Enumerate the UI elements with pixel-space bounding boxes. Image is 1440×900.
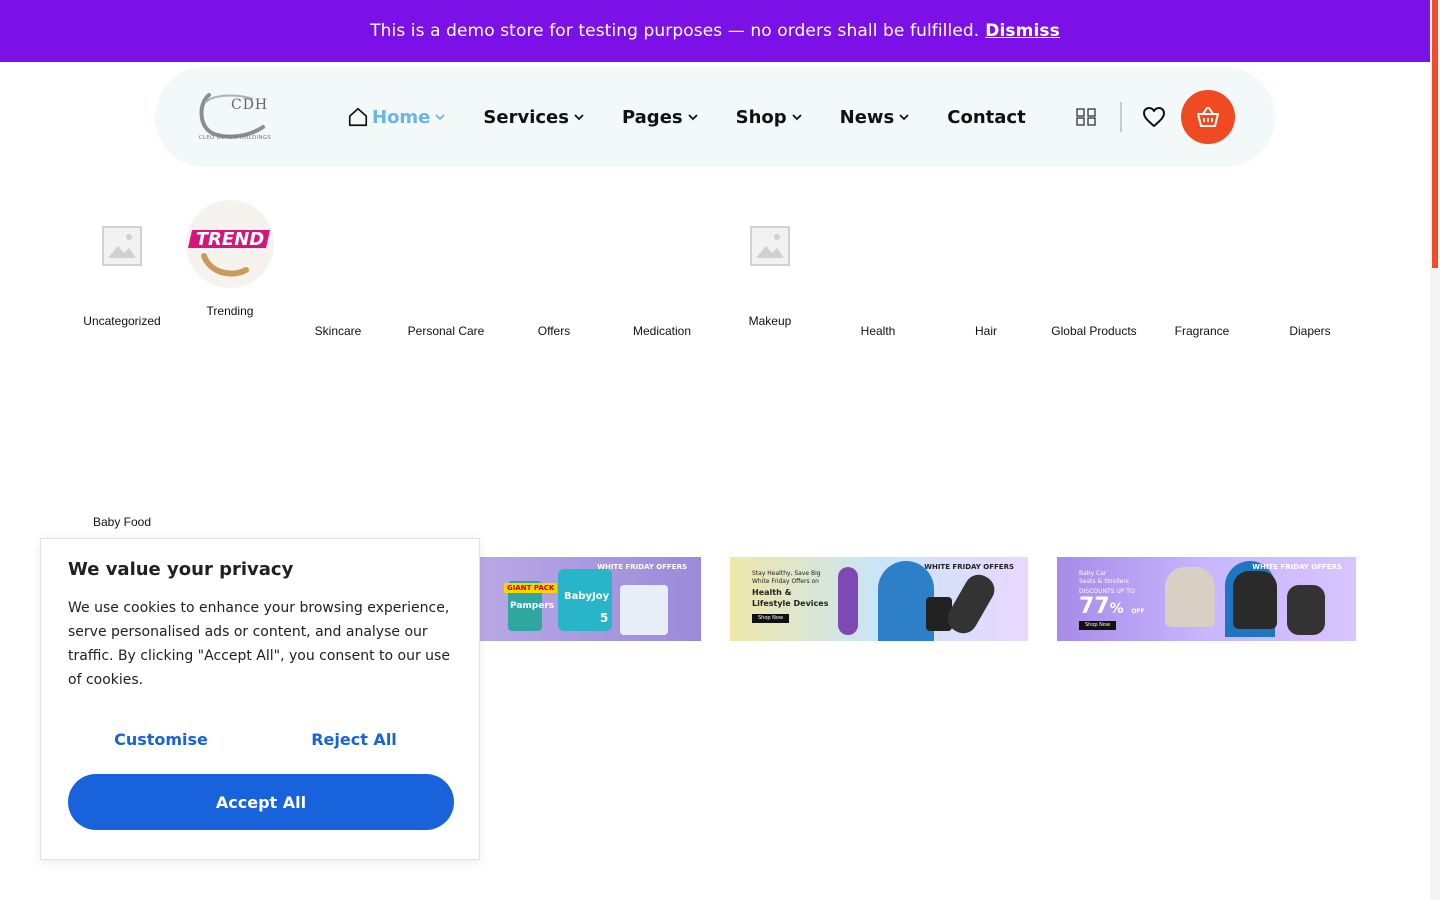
category-trending[interactable]: TREND Trending	[176, 200, 284, 318]
category-label: Fragrance	[1174, 324, 1230, 338]
category-global-products[interactable]: Global Products	[1040, 324, 1148, 338]
nav-shop[interactable]: Shop	[736, 107, 802, 128]
nav-services[interactable]: Services	[483, 107, 584, 128]
cart-button[interactable]	[1181, 90, 1235, 144]
demo-notice-text: This is a demo store for testing purpose…	[370, 21, 980, 41]
category-personal-care[interactable]: Personal Care	[392, 324, 500, 338]
dismiss-link[interactable]: Dismiss	[985, 21, 1060, 41]
banner-line: White Friday Offers on	[752, 578, 819, 586]
nav-services-label: Services	[483, 106, 569, 128]
trend-arc-icon: TREND	[188, 229, 270, 277]
nav-home-label: Home	[372, 106, 431, 128]
category-hair[interactable]: Hair	[932, 324, 1040, 338]
category-medication[interactable]: Medication	[608, 324, 716, 338]
promo-banner-health-devices[interactable]: Stay Healthy, Save Big White Friday Offe…	[730, 557, 1028, 641]
accept-all-button[interactable]: Accept All	[68, 774, 454, 830]
size-label: 5	[600, 611, 609, 625]
basket-icon	[1197, 107, 1219, 127]
car-seat-shape	[1287, 585, 1325, 635]
trend-logo-text: TREND	[196, 229, 264, 250]
demo-store-notice: This is a demo store for testing purpose…	[0, 0, 1430, 62]
stroller-shape	[1233, 571, 1277, 629]
category-fragrance[interactable]: Fragrance	[1148, 324, 1256, 338]
image-placeholder-icon	[750, 226, 790, 266]
chevron-down-icon	[792, 114, 802, 121]
banner-line: Seats & Strollers	[1079, 578, 1129, 586]
discount-value: 77% OFF	[1079, 596, 1145, 618]
white-friday-badge: WHITE FRIDAY OFFERS	[924, 563, 1014, 571]
nav-contact-label: Contact	[947, 106, 1026, 128]
category-label: Uncategorized	[83, 314, 161, 328]
page-scrollbar[interactable]	[1430, 0, 1440, 900]
nav-pages[interactable]: Pages	[622, 107, 698, 128]
category-label: Diapers	[1289, 324, 1331, 338]
product-pack-shape	[620, 585, 668, 635]
grid-icon[interactable]	[1076, 108, 1096, 126]
nav-news[interactable]: News	[840, 107, 910, 128]
category-label: Trending	[206, 304, 254, 318]
trend-logo: TREND	[186, 200, 274, 288]
nav-shop-label: Shop	[735, 106, 787, 128]
category-skincare[interactable]: Skincare	[284, 324, 392, 338]
nav-news-label: News	[839, 106, 895, 128]
category-label: Hair	[974, 324, 997, 338]
category-label: Makeup	[748, 314, 792, 328]
heart-icon[interactable]	[1142, 106, 1166, 128]
category-diapers[interactable]: Diapers	[1256, 324, 1364, 338]
category-label: Global Products	[1051, 324, 1137, 338]
discount-unit: %	[1109, 601, 1124, 618]
promo-banner-strollers[interactable]: Baby Car Seats & Strollers DISCOUNTS UP …	[1057, 557, 1356, 641]
nav-home[interactable]: Home	[347, 106, 446, 128]
category-label: Health	[860, 324, 896, 338]
scrollbar-thumb[interactable]	[1432, 0, 1438, 268]
promo-banner-diapers[interactable]: GIANT PACK Pampers BabyJoy 5 WHITE FRIDA…	[480, 557, 701, 641]
logo-subtitle: CLEO DUTCH HOLDINGS	[198, 135, 272, 141]
main-navigation: Home Services Pages Shop News Contact	[347, 102, 1064, 132]
category-offers[interactable]: Offers	[500, 324, 608, 338]
discount-number: 77	[1079, 594, 1110, 620]
stroller-shape	[1165, 567, 1215, 627]
cookie-description: We use cookies to enhance your browsing …	[68, 600, 450, 688]
header-divider	[1120, 102, 1122, 132]
cookie-consent-dialog: We value your privacy We use cookies to …	[40, 538, 480, 860]
customise-button[interactable]: Customise	[68, 721, 254, 757]
site-logo[interactable]: CDH CLEO DUTCH HOLDINGS	[195, 89, 275, 149]
chevron-down-icon	[899, 114, 909, 121]
category-label: Skincare	[314, 324, 362, 338]
site-header: CDH CLEO DUTCH HOLDINGS Home Services Pa…	[155, 67, 1275, 167]
white-friday-badge: WHITE FRIDAY OFFERS	[1252, 563, 1342, 571]
pampers-label: Pampers	[510, 601, 555, 611]
discount-off: OFF	[1131, 608, 1145, 616]
babyjoy-label: BabyJoy	[564, 591, 610, 602]
chevron-down-icon	[574, 114, 584, 121]
category-label: Baby Food	[92, 515, 152, 529]
category-label: Personal Care	[407, 324, 485, 338]
nav-contact[interactable]: Contact	[947, 107, 1025, 128]
category-baby-food[interactable]: Baby Food	[68, 515, 176, 529]
logo-mark: CDH	[231, 97, 269, 113]
banner-copy: Baby Car Seats & Strollers DISCOUNTS UP …	[1079, 570, 1145, 631]
chevron-down-icon	[435, 114, 446, 121]
banner-copy: Stay Healthy, Save Big White Friday Offe…	[752, 570, 832, 623]
device-shape	[838, 567, 858, 635]
category-label: Offers	[537, 324, 571, 338]
banner-line: Stay Healthy, Save Big	[752, 570, 821, 577]
giant-pack-tag: GIANT PACK	[504, 583, 558, 593]
banner-line: Baby Car	[1079, 570, 1107, 577]
cookie-title: We value your privacy	[68, 559, 294, 580]
shop-now-button[interactable]: Shop Now	[752, 613, 790, 623]
image-placeholder-icon	[102, 226, 142, 266]
banner-headline: Health & Lifestyle Devices	[752, 588, 829, 608]
shop-now-button[interactable]: Shop Now	[1079, 621, 1117, 631]
category-uncategorized[interactable]: Uncategorized	[68, 226, 176, 328]
category-makeup[interactable]: Makeup	[716, 226, 824, 328]
reject-all-button[interactable]: Reject All	[261, 721, 447, 757]
white-friday-badge: WHITE FRIDAY OFFERS	[597, 563, 687, 571]
category-label: Medication	[632, 324, 692, 338]
category-health[interactable]: Health	[824, 324, 932, 338]
home-icon	[348, 107, 368, 127]
chevron-down-icon	[687, 114, 698, 121]
nav-pages-label: Pages	[621, 106, 683, 128]
